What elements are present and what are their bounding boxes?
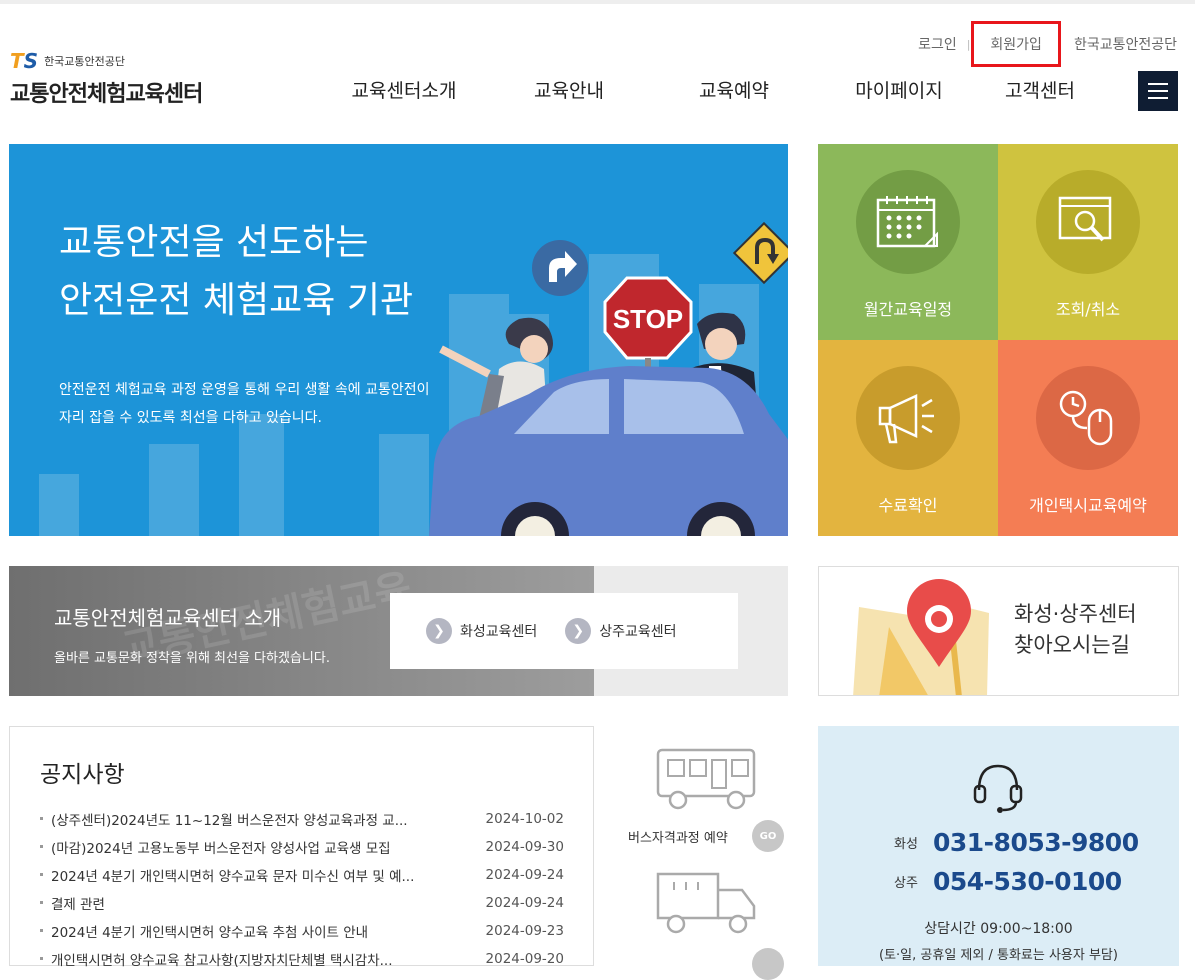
logo-site-name: 교통안전체험교육센터 bbox=[10, 82, 203, 107]
quick-menu: 월간교육일정 조회/취소 수료확인 개인택시교육예약 bbox=[818, 144, 1178, 536]
hwaseong-center-link[interactable]: ❯ 화성교육센터 bbox=[426, 618, 537, 644]
nav-item-customer-center[interactable]: 고객센터 bbox=[980, 76, 1100, 103]
intro-links: ❯ 화성교육센터 ❯ 상주교육센터 bbox=[390, 593, 738, 669]
hero-title: 교통안전을 선도하는 안전운전 체험교육 기관 bbox=[59, 222, 414, 321]
list-item[interactable]: (상주센터)2024년도 11~12월 버스운전자 양성교육과정 교... 202… bbox=[40, 805, 564, 833]
intro-title: 교통안전체험교육센터 소개 bbox=[54, 606, 282, 630]
quick-monthly-schedule[interactable]: 월간교육일정 bbox=[818, 144, 998, 340]
intro-subtitle: 올바른 교통문화 정착을 위해 최선을 다하겠습니다. bbox=[54, 651, 330, 666]
chevron-right-icon: ❯ bbox=[565, 618, 592, 644]
megaphone-icon bbox=[856, 366, 960, 470]
chevron-right-icon: ❯ bbox=[426, 618, 452, 644]
list-item[interactable]: 결제 관련 2024-09-24 bbox=[40, 889, 564, 917]
quick-monthly-schedule-label: 월간교육일정 bbox=[863, 300, 953, 319]
svg-text:STOP: STOP bbox=[613, 304, 683, 334]
calendar-icon bbox=[856, 170, 960, 274]
contact-city-hwaseong: 화성 bbox=[894, 837, 918, 852]
truck-go-button[interactable] bbox=[752, 948, 784, 980]
list-item[interactable]: 개인택시면허 양수교육 참고사항(지방자치단체별 택시감차... 2024-09-… bbox=[40, 945, 564, 973]
quick-inquiry-cancel-label: 조회/취소 bbox=[1055, 300, 1121, 319]
quick-private-taxi-reservation[interactable]: 개인택시교육예약 bbox=[998, 340, 1178, 536]
notice-list: (상주센터)2024년도 11~12월 버스운전자 양성교육과정 교... 202… bbox=[40, 805, 564, 973]
hero-banner: STOP 교통안전을 선도하는 안전운전 체험교육 기관 안전운전 체험교육 과… bbox=[9, 144, 788, 536]
sangju-center-link[interactable]: ❯ 상주교육센터 bbox=[565, 618, 677, 644]
directions-text: 화성·상주센터 찾아오시는길 bbox=[1014, 602, 1137, 657]
nav-item-center-intro[interactable]: 교육센터소개 bbox=[320, 76, 488, 103]
search-window-icon bbox=[1036, 170, 1140, 274]
top-border bbox=[0, 0, 1195, 4]
quick-completion-check[interactable]: 수료확인 bbox=[818, 340, 998, 536]
login-link[interactable]: 로그인 bbox=[918, 34, 957, 54]
hamburger-icon bbox=[1148, 83, 1168, 85]
nav-item-reservation[interactable]: 교육예약 bbox=[650, 76, 818, 103]
bus-course-reservation[interactable]: 버스자격과정 예약 GO bbox=[612, 736, 792, 980]
site-logo[interactable]: TS 한국교통안전공단 교통안전체험교육센터 bbox=[10, 49, 203, 108]
logo-org-name: 한국교통안전공단 bbox=[44, 55, 126, 68]
main-nav: 교육센터소개 교육안내 교육예약 마이페이지 고객센터 bbox=[320, 76, 1120, 103]
bus-course-label: 버스자격과정 예약 bbox=[628, 831, 728, 846]
sangju-center-label: 상주교육센터 bbox=[599, 624, 677, 640]
directions-link[interactable]: 화성·상주센터 찾아오시는길 bbox=[818, 566, 1179, 696]
hamburger-menu-button[interactable] bbox=[1138, 71, 1178, 111]
list-item[interactable]: 2024년 4분기 개인택시면허 양수교육 문자 미수신 여부 및 예... 20… bbox=[40, 861, 564, 889]
notice-title[interactable]: 공지사항 bbox=[40, 755, 125, 789]
separator: | bbox=[966, 37, 971, 51]
hero-illustration: STOP bbox=[39, 221, 788, 536]
join-link[interactable]: 회원가입 bbox=[971, 21, 1061, 67]
contact-panel: 화성 031-8053-9800 상주 054-530-0100 상담시간 09… bbox=[818, 726, 1179, 966]
hwaseong-center-label: 화성교육센터 bbox=[460, 624, 538, 640]
list-item[interactable]: (마감)2024년 고용노동부 버스운전자 양성사업 교육생 모집 2024-09… bbox=[40, 833, 564, 861]
list-item[interactable]: 2024년 4분기 개인택시면허 양수교육 추첨 사이트 안내 2024-09-2… bbox=[40, 917, 564, 945]
map-pin-icon bbox=[853, 579, 989, 695]
headset-icon bbox=[973, 764, 1023, 813]
mouse-clock-icon bbox=[1036, 366, 1140, 470]
quick-inquiry-cancel[interactable]: 조회/취소 bbox=[998, 144, 1178, 340]
quick-private-taxi-reservation-label: 개인택시교육예약 bbox=[1029, 496, 1147, 515]
contact-tel-sangju[interactable]: 054-530-0100 bbox=[933, 867, 1122, 896]
contact-hwaseong: 화성 031-8053-9800 bbox=[894, 828, 1139, 857]
nav-item-education-guide[interactable]: 교육안내 bbox=[488, 76, 650, 103]
quick-completion-check-label: 수료확인 bbox=[878, 496, 938, 515]
hero-description: 안전운전 체험교육 과정 운영을 통해 우리 생활 속에 교통안전이 자리 잡을… bbox=[59, 382, 430, 426]
contact-city-sangju: 상주 bbox=[894, 876, 918, 891]
kotsa-link[interactable]: 한국교통안전공단 bbox=[1074, 34, 1177, 54]
bus-go-button[interactable]: GO bbox=[752, 820, 784, 852]
contact-tel-hwaseong[interactable]: 031-8053-9800 bbox=[933, 828, 1139, 857]
contact-sangju: 상주 054-530-0100 bbox=[894, 867, 1122, 896]
bus-icon bbox=[656, 748, 756, 810]
notice-board: 공지사항 (상주센터)2024년도 11~12월 버스운전자 양성교육과정 교.… bbox=[9, 726, 594, 969]
utility-links: 로그인 | 회원가입 한국교통안전공단 bbox=[918, 21, 1177, 67]
center-intro-band: 교통안전체험교육 교통안전체험교육센터 소개 올바른 교통문화 정착을 위해 최… bbox=[9, 566, 788, 696]
contact-hours: 상담시간 09:00~18:00 bbox=[924, 921, 1073, 937]
nav-item-mypage[interactable]: 마이페이지 bbox=[818, 76, 980, 103]
truck-icon bbox=[656, 872, 756, 934]
ts-logo-mark: TS bbox=[10, 49, 39, 73]
